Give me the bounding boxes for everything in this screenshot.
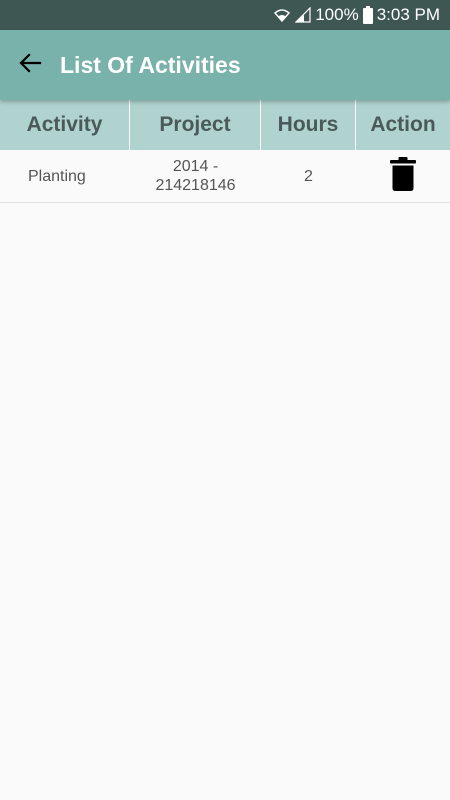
clock-time: 3:03 PM [376,5,440,24]
project-line-1: 2014 - [172,158,219,175]
battery-percent: 100% [315,5,359,24]
activity-table: Planting 2014 - 214218146 2 [0,150,450,203]
header-project: Project [130,100,261,150]
arrow-left-icon [18,51,42,80]
battery-icon [362,6,373,24]
project-cell: 2014 - 214218146 [130,150,261,202]
signal-icon [295,7,311,23]
wifi-icon [273,6,291,24]
delete-button[interactable] [390,156,416,196]
app-bar: List Of Activities [0,30,450,100]
header-hours: Hours [261,100,356,150]
header-activity: Activity [0,100,130,150]
activity-cell: Planting [28,167,86,185]
back-button[interactable] [0,30,60,100]
project-line-2: 214218146 [155,177,236,194]
table-header: Activity Project Hours Action [0,100,450,150]
trash-icon [390,156,416,196]
page-title: List Of Activities [60,51,241,78]
header-action: Action [370,113,436,136]
table-row: Planting 2014 - 214218146 2 [0,150,450,203]
hours-cell: 2 [304,167,313,185]
action-cell [356,150,450,202]
status-bar: 100% 3:03 PM [0,0,450,30]
